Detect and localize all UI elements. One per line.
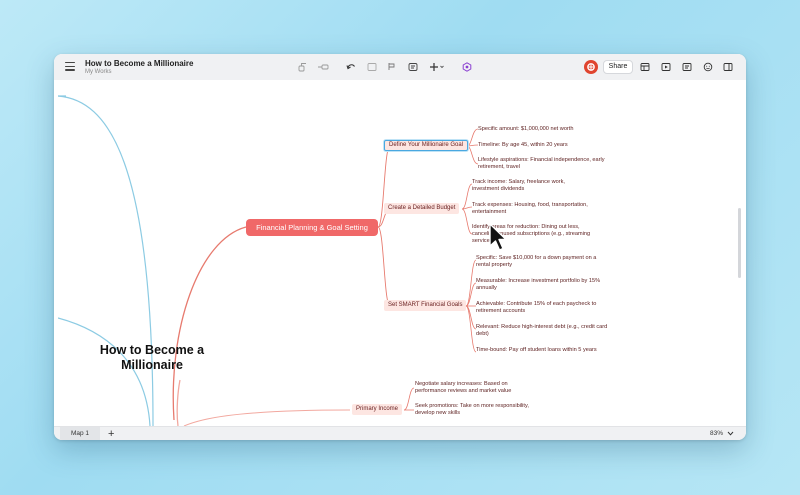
format-panel-icon[interactable] xyxy=(723,61,733,73)
pitch-icon[interactable] xyxy=(661,61,671,73)
sheet-bar: Map 1 + 83% xyxy=(54,426,746,440)
topic-icon[interactable] xyxy=(298,61,308,73)
comment-icon[interactable] xyxy=(682,61,692,73)
leaf-track-expenses[interactable]: Track expenses: Housing, food, transport… xyxy=(472,202,602,216)
leaf-smart-measurable[interactable]: Measurable: Increase investment portfoli… xyxy=(476,278,604,292)
leaf-track-income[interactable]: Track income: Salary, freelance work, in… xyxy=(472,179,590,193)
leaf-smart-relevant[interactable]: Relevant: Reduce high-interest debt (e.g… xyxy=(476,324,608,338)
undo-icon[interactable] xyxy=(346,61,356,73)
outliner-icon[interactable] xyxy=(640,61,650,73)
leaf-timeline[interactable]: Timeline: By age 45, within 20 years xyxy=(478,142,568,149)
document-location[interactable]: My Works xyxy=(85,69,112,75)
subtopic-create-budget[interactable]: Create a Detailed Budget xyxy=(384,203,460,214)
vertical-scrollbar[interactable] xyxy=(738,208,741,278)
mindmap-canvas[interactable]: How to Become a Millionaire Financial Pl… xyxy=(58,80,742,426)
app-window: How to Become a Millionaire My Works Sha… xyxy=(54,54,746,440)
zoom-control[interactable]: 83% xyxy=(710,430,734,437)
mouse-cursor-icon xyxy=(489,223,507,251)
zoom-level: 83% xyxy=(710,430,724,437)
note-icon[interactable] xyxy=(408,61,418,73)
leaf-smart-achievable[interactable]: Achievable: Contribute 15% of each paych… xyxy=(476,301,610,315)
branch-connectors xyxy=(58,95,479,426)
chevron-down-icon xyxy=(725,430,734,437)
avatar[interactable] xyxy=(584,60,598,74)
tab-map-1[interactable]: Map 1 xyxy=(60,427,100,440)
central-topic[interactable]: How to Become a Millionaire xyxy=(94,343,210,373)
subtopic-primary-income[interactable]: Primary Income xyxy=(352,404,403,415)
document-title[interactable]: How to Become a Millionaire xyxy=(85,59,193,68)
leaf-seek-promotions[interactable]: Seek promotions: Take on more responsibi… xyxy=(415,403,543,417)
leaf-negotiate-salary[interactable]: Negotiate salary increases: Based on per… xyxy=(415,381,535,395)
title-bar: How to Become a Millionaire My Works Sha… xyxy=(54,54,746,80)
share-button[interactable]: Share xyxy=(603,60,633,74)
subtopic-define-goal[interactable]: Define Your Millionaire Goal xyxy=(384,140,469,151)
leaf-lifestyle[interactable]: Lifestyle aspirations: Financial indepen… xyxy=(478,157,606,171)
boundary-icon[interactable] xyxy=(367,61,377,73)
insert-icon[interactable] xyxy=(429,61,445,73)
main-topic[interactable]: Financial Planning & Goal Setting xyxy=(246,219,378,236)
subtopic-icon[interactable] xyxy=(317,61,329,73)
sticker-icon[interactable] xyxy=(703,61,713,73)
menu-icon[interactable] xyxy=(65,62,75,71)
subtopic-smart-goals[interactable]: Set SMART Financial Goals xyxy=(384,300,467,311)
callout-icon[interactable] xyxy=(387,61,397,73)
leaf-smart-timebound[interactable]: Time-bound: Pay off student loans within… xyxy=(476,347,604,354)
leaf-smart-specific[interactable]: Specific: Save $10,000 for a down paymen… xyxy=(476,255,608,269)
ai-icon[interactable] xyxy=(462,61,472,73)
add-sheet-button[interactable]: + xyxy=(108,428,114,440)
leaf-specific-amount[interactable]: Specific amount: $1,000,000 net worth xyxy=(478,126,573,133)
